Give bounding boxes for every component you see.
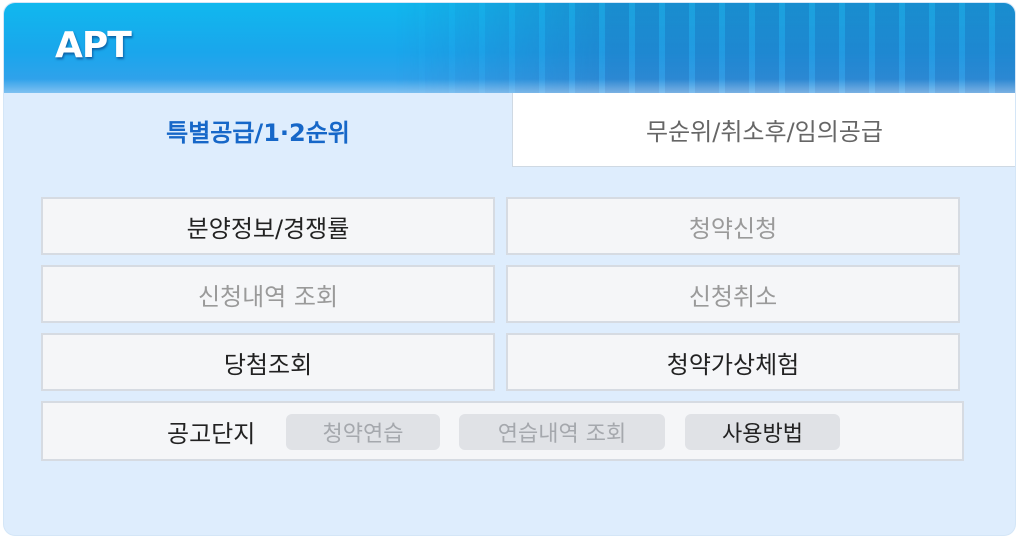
apply-button[interactable]: 청약신청 (506, 197, 960, 255)
supply-info-button[interactable]: 분양정보/경쟁률 (41, 197, 495, 255)
header-banner: APT (4, 3, 1015, 93)
virtual-experience-button[interactable]: 청약가상체험 (506, 333, 960, 391)
header-gloss (4, 79, 1015, 93)
announced-complex-row: 공고단지 청약연습 연습내역 조회 사용방법 (41, 401, 964, 461)
application-history-button[interactable]: 신청내역 조회 (41, 265, 495, 323)
win-check-button[interactable]: 당첨조회 (41, 333, 495, 391)
practice-button[interactable]: 청약연습 (286, 414, 440, 450)
announced-complex-label: 공고단지 (167, 419, 256, 448)
tab-special-supply-rank[interactable]: 특별공급/1·2순위 (4, 93, 512, 167)
how-to-use-button[interactable]: 사용방법 (685, 414, 840, 450)
panel-title: APT (55, 25, 132, 66)
tab-unranked-cancelled-supply[interactable]: 무순위/취소후/임의공급 (512, 93, 1015, 167)
practice-history-button[interactable]: 연습내역 조회 (459, 414, 665, 450)
tab-bar: 특별공급/1·2순위 무순위/취소후/임의공급 (4, 93, 1015, 167)
cancel-application-button[interactable]: 신청취소 (506, 265, 960, 323)
